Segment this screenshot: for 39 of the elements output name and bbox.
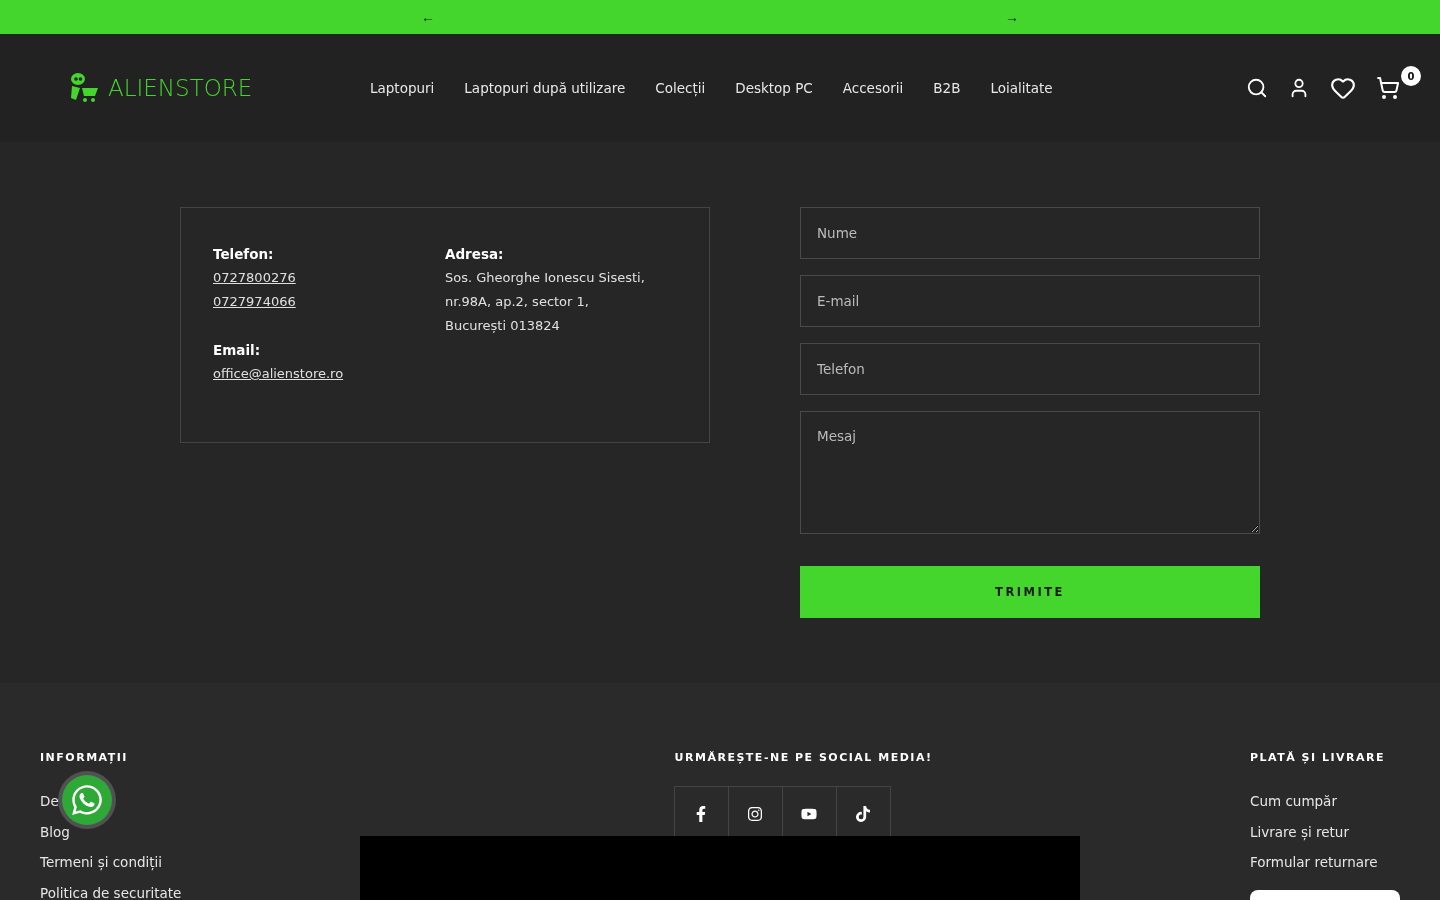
- nav-link[interactable]: Laptopuri după utilizare: [464, 80, 626, 96]
- submit-button[interactable]: TRIMITE: [800, 566, 1260, 618]
- nav-link[interactable]: Colecții: [655, 80, 706, 96]
- search-icon[interactable]: [1246, 77, 1268, 99]
- cart-icon[interactable]: [1376, 76, 1400, 100]
- address-label: Adresa:: [445, 245, 505, 264]
- email-link[interactable]: office@alienstore.ro: [213, 362, 445, 386]
- footer-link[interactable]: Termeni și condiții: [40, 847, 340, 878]
- nav-link[interactable]: Laptopuri: [370, 80, 435, 96]
- email-label: Email:: [213, 341, 262, 360]
- address-line: Sos. Gheorghe Ionescu Sisesti,: [445, 269, 646, 287]
- footer-link[interactable]: Formular returnare: [1250, 847, 1400, 878]
- address-line: București 013824: [445, 317, 561, 335]
- heart-icon[interactable]: [1330, 75, 1356, 101]
- message-field[interactable]: Mesaj: [800, 411, 1260, 534]
- footer-heading: INFORMAȚII: [40, 751, 129, 764]
- footer-link[interactable]: De: [40, 786, 340, 817]
- next-button[interactable]: →: [1004, 9, 1020, 25]
- previous-button[interactable]: ←: [420, 9, 436, 25]
- footer-heading: PLATĂ ȘI LIVRARE: [1250, 751, 1386, 764]
- input-field[interactable]: Nume: [800, 207, 1260, 259]
- nav-link[interactable]: Loialitate: [990, 80, 1053, 96]
- footer-link[interactable]: Livrare și retur: [1250, 816, 1400, 847]
- whatsapp-icon: [70, 783, 104, 817]
- footer-link[interactable]: Blog: [40, 816, 340, 847]
- phone-link[interactable]: 0727974066: [213, 290, 445, 314]
- input-field[interactable]: Telefon: [800, 343, 1260, 395]
- cart-count: 0: [1401, 66, 1421, 86]
- input-field[interactable]: E-mail: [800, 275, 1260, 327]
- footer-heading: URMĂREȘTE-NE PE SOCIAL MEDIA!: [674, 751, 933, 764]
- phone-link[interactable]: 0727800276: [213, 266, 445, 290]
- phone-label: Telefon:: [213, 245, 275, 264]
- nav-link[interactable]: B2B: [933, 80, 961, 96]
- address-line: nr.98A, ap.2, sector 1,: [445, 293, 590, 311]
- nav-link[interactable]: Accesorii: [842, 80, 904, 96]
- footer-link[interactable]: Cum cumpăr: [1250, 786, 1400, 817]
- logo[interactable]: ALIENSTORE: [68, 72, 370, 104]
- nav-link[interactable]: Desktop PC: [735, 80, 813, 96]
- footer-link[interactable]: Politica de securitate: [40, 877, 340, 900]
